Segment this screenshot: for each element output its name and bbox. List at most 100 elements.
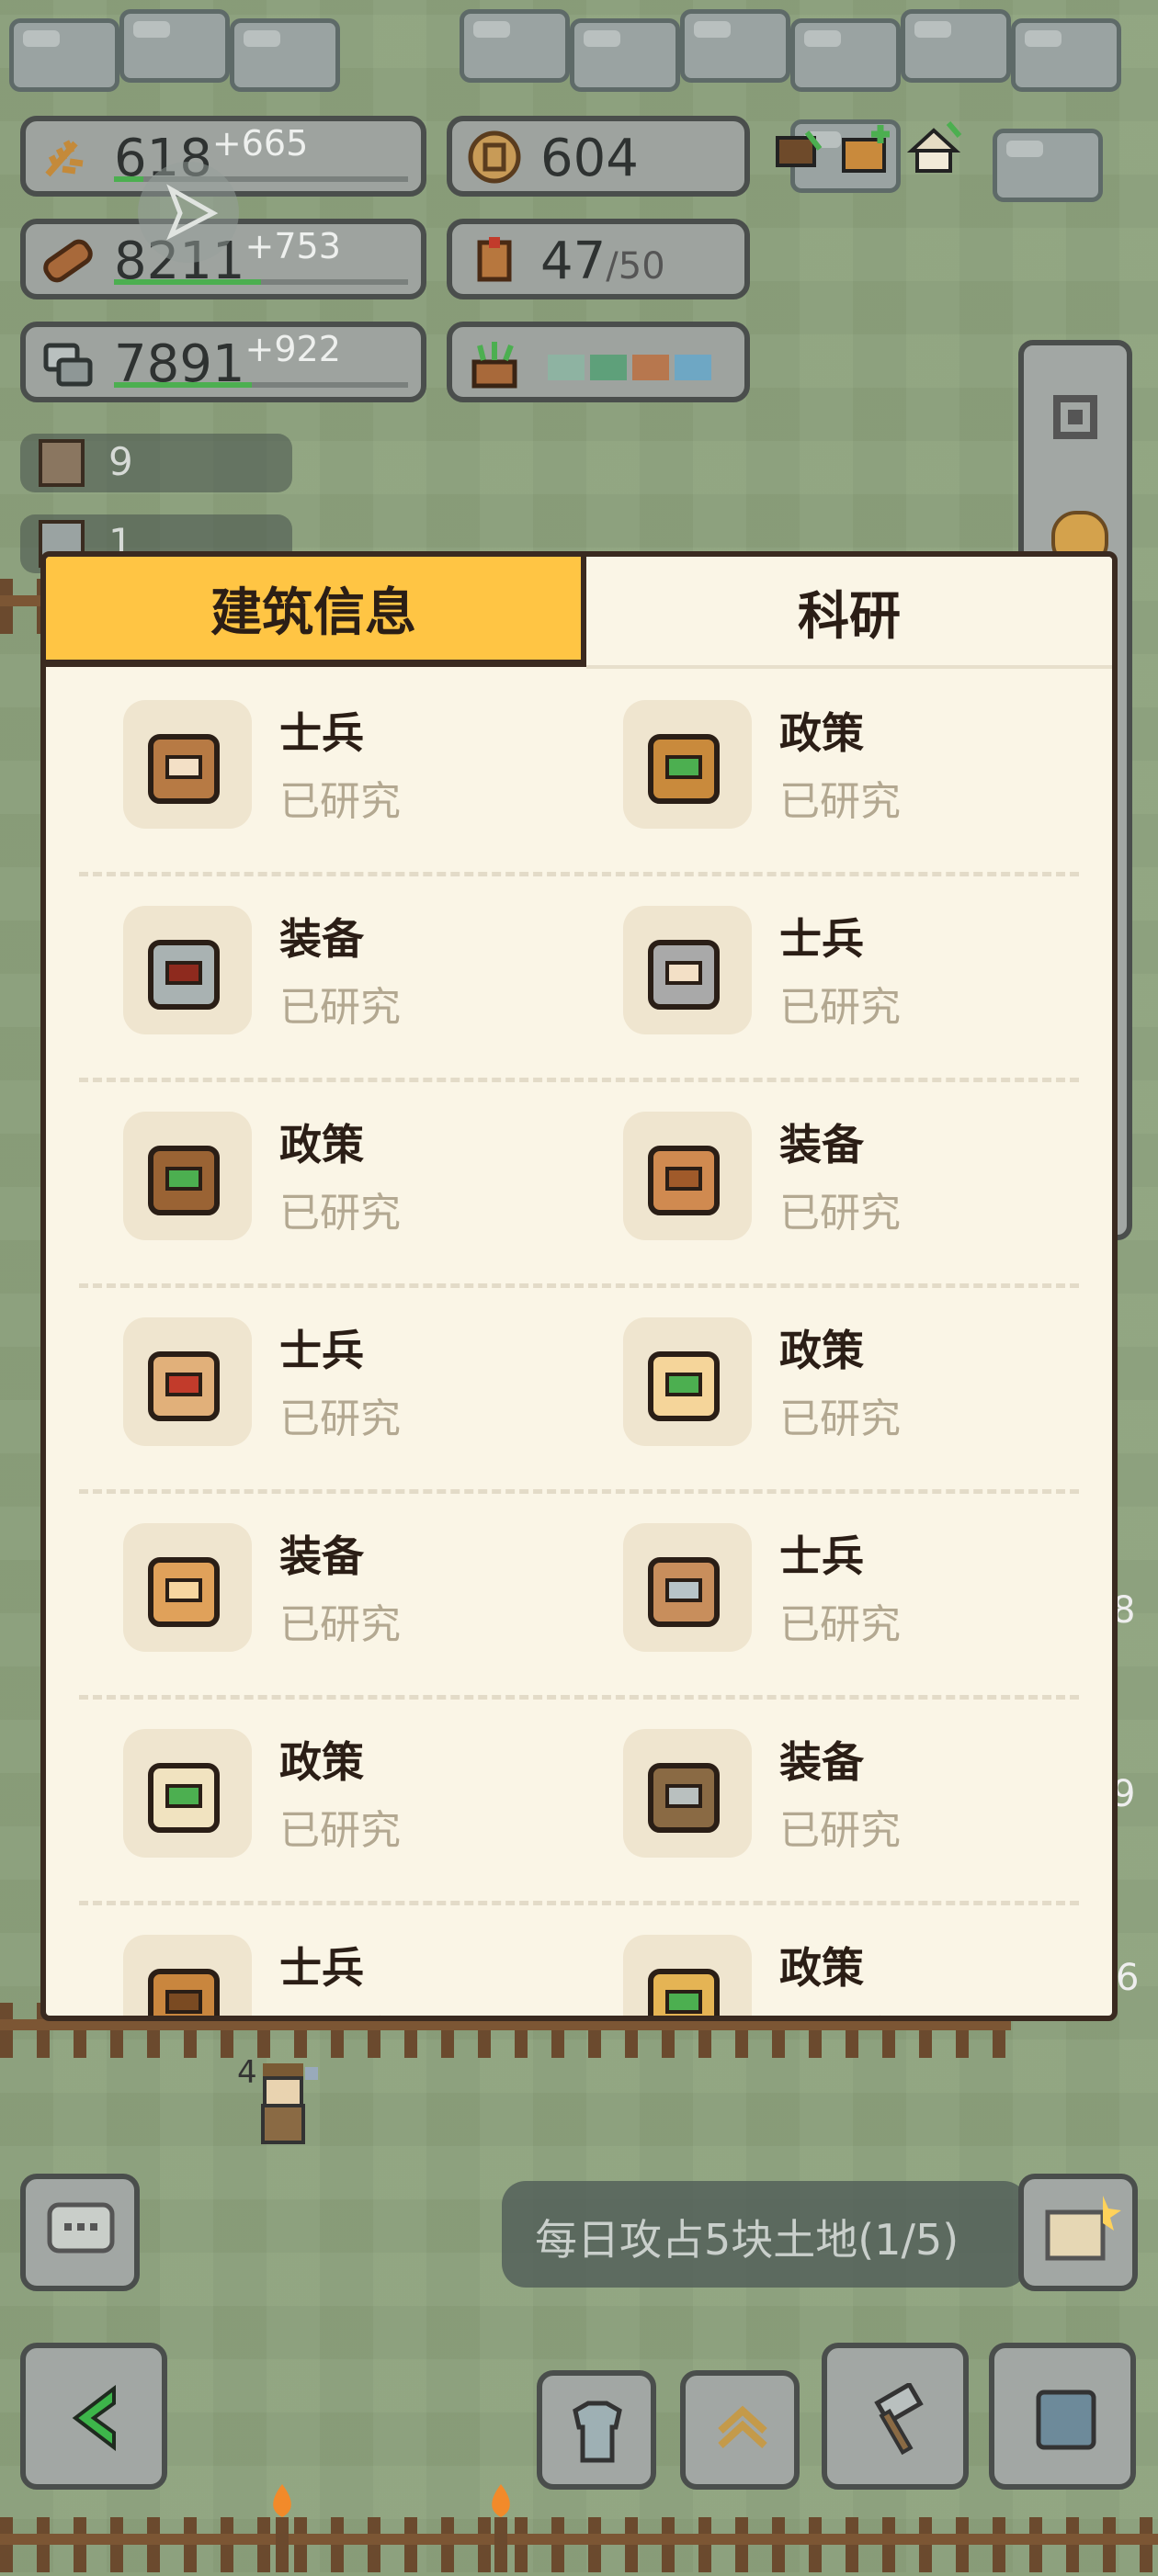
tab-research[interactable]: 科研 bbox=[586, 557, 1112, 667]
daily-quest-text: 每日攻占5块土地(1/5) bbox=[535, 2215, 959, 2265]
research-item[interactable]: 装备 已研究 bbox=[623, 1112, 1101, 1249]
wood-progress bbox=[114, 279, 261, 285]
stone-resource[interactable]: 7891+922 bbox=[20, 322, 426, 402]
daily-quest-banner[interactable]: 每日攻占5块土地(1/5) bbox=[502, 2181, 1027, 2288]
build-hammer-button[interactable] bbox=[822, 2343, 969, 2490]
cursor-overlay bbox=[138, 162, 239, 263]
population-resource[interactable]: 47/50 bbox=[447, 219, 750, 299]
research-status: 已研究 bbox=[779, 1190, 901, 1237]
axe-warrior-icon bbox=[623, 1523, 752, 1652]
chat-button[interactable] bbox=[20, 2174, 140, 2291]
research-category: 装备 bbox=[779, 1737, 864, 1787]
stone-progress bbox=[114, 382, 252, 388]
unit-sprite[interactable] bbox=[250, 2054, 324, 2155]
research-category: 装备 bbox=[779, 1120, 864, 1169]
research-category: 装备 bbox=[279, 914, 364, 964]
research-category: 士兵 bbox=[279, 1943, 364, 1993]
research-row: 士兵已研究 政策已研究 bbox=[79, 1288, 1079, 1494]
log-icon bbox=[39, 233, 97, 287]
quest-scroll-button[interactable] bbox=[1018, 2174, 1138, 2291]
torch-icon bbox=[478, 2480, 524, 2572]
research-status: 已研究 bbox=[279, 984, 401, 1031]
chest-upgrade-icon[interactable] bbox=[840, 123, 895, 178]
research-item[interactable]: 政策已研究 bbox=[623, 700, 1101, 838]
research-dialog: 建筑信息 科研 士兵 已研究 政策 已研究 装备 已研究 士兵 已研究 政策 已研究 装备 已研究 士兵… bbox=[40, 551, 1118, 2021]
research-row: 政策 已研究 装备 已研究 bbox=[79, 1700, 1079, 1905]
book-resource[interactable]: 9 bbox=[20, 434, 292, 492]
research-item[interactable]: 装备 已研究 bbox=[123, 906, 601, 1044]
wood-plus: +753 bbox=[244, 226, 341, 266]
plant-pot-icon bbox=[465, 336, 524, 390]
rock-border bbox=[0, 0, 1158, 202]
research-category: 士兵 bbox=[779, 1531, 864, 1581]
spear-icon bbox=[623, 1729, 752, 1858]
research-status: 已研究 bbox=[279, 1601, 401, 1648]
research-item[interactable]: 士兵已研究 bbox=[123, 1317, 601, 1455]
helmet-soldier-icon bbox=[623, 906, 752, 1034]
research-row: 政策 已研究 装备已研究 bbox=[79, 1082, 1079, 1288]
research-item[interactable]: 政策已研究 bbox=[623, 1935, 1101, 2016]
settings-icon[interactable] bbox=[1046, 388, 1105, 446]
population-value: 47 bbox=[540, 232, 607, 291]
research-item[interactable]: 政策已研究 bbox=[123, 1729, 601, 1867]
fence-bottom bbox=[0, 2517, 1158, 2572]
gourd-icon bbox=[623, 1112, 752, 1240]
research-row: 士兵已研究 政策已研究 bbox=[79, 1905, 1079, 2016]
population-max: /50 bbox=[606, 245, 665, 288]
coin-icon bbox=[465, 130, 524, 184]
stone-icon bbox=[39, 336, 97, 390]
house-icon bbox=[123, 1729, 252, 1858]
straw-hat-icon bbox=[123, 1935, 252, 2016]
book-icon bbox=[39, 439, 85, 487]
fence-top bbox=[0, 579, 40, 634]
farm-slots[interactable] bbox=[447, 322, 750, 402]
house-upgrade-icon[interactable] bbox=[906, 119, 967, 180]
rank-button[interactable] bbox=[680, 2370, 800, 2490]
research-row: 装备已研究 士兵已研究 bbox=[79, 876, 1079, 1082]
banner-icon bbox=[623, 1935, 752, 2016]
map-button[interactable] bbox=[989, 2343, 1136, 2490]
tower-icon bbox=[123, 1112, 252, 1240]
armor-button[interactable] bbox=[537, 2370, 656, 2490]
research-status: 已研究 bbox=[279, 2003, 401, 2016]
research-status: 已研究 bbox=[779, 778, 901, 825]
research-status: 已研究 bbox=[279, 1807, 401, 1854]
tools-icon[interactable] bbox=[774, 129, 825, 180]
research-item[interactable]: 士兵已研究 bbox=[123, 1935, 601, 2016]
research-category: 士兵 bbox=[279, 708, 364, 758]
wheat-icon bbox=[39, 130, 97, 184]
research-item[interactable]: 士兵已研究 bbox=[123, 700, 601, 838]
torch-icon bbox=[259, 2480, 305, 2572]
research-item[interactable]: 政策已研究 bbox=[123, 1112, 601, 1249]
stone-plus: +922 bbox=[244, 329, 341, 369]
soldier-hat-icon bbox=[123, 700, 252, 829]
sword-icon bbox=[123, 906, 252, 1034]
tab-building-info[interactable]: 建筑信息 bbox=[46, 557, 586, 667]
research-status: 已研究 bbox=[779, 984, 901, 1031]
research-status: 已研究 bbox=[279, 1395, 401, 1442]
research-category: 政策 bbox=[779, 1943, 864, 1993]
round-shield-icon bbox=[123, 1523, 252, 1652]
side-number-3: 6 bbox=[1116, 1957, 1140, 1999]
research-item[interactable]: 政策已研究 bbox=[623, 1317, 1101, 1455]
research-item[interactable]: 装备 已研究 bbox=[123, 1523, 601, 1661]
research-status: 已研究 bbox=[279, 1190, 401, 1237]
research-item[interactable]: 装备 已研究 bbox=[623, 1729, 1101, 1867]
research-category: 政策 bbox=[279, 1737, 364, 1787]
research-row: 士兵已研究 政策已研究 bbox=[79, 671, 1079, 876]
food-plus: +665 bbox=[211, 123, 309, 164]
research-status: 已研究 bbox=[279, 778, 401, 825]
research-list[interactable]: 士兵 已研究 政策 已研究 装备 已研究 士兵 已研究 政策 已研究 装备 已研究 士兵 已研究 政策 已研究… bbox=[46, 671, 1112, 2016]
research-category: 士兵 bbox=[279, 1326, 364, 1375]
research-category: 政策 bbox=[779, 708, 864, 758]
research-category: 士兵 bbox=[779, 914, 864, 964]
female-warrior-icon bbox=[123, 1317, 252, 1446]
coin-resource[interactable]: 604 bbox=[447, 116, 750, 197]
back-button[interactable] bbox=[20, 2343, 167, 2490]
coin-value: 604 bbox=[540, 129, 639, 188]
research-status: 已研究 bbox=[779, 1395, 901, 1442]
book-value: 9 bbox=[108, 439, 133, 484]
research-category: 政策 bbox=[779, 1326, 864, 1375]
research-item[interactable]: 士兵已研究 bbox=[623, 906, 1101, 1044]
research-item[interactable]: 士兵已研究 bbox=[623, 1523, 1101, 1661]
